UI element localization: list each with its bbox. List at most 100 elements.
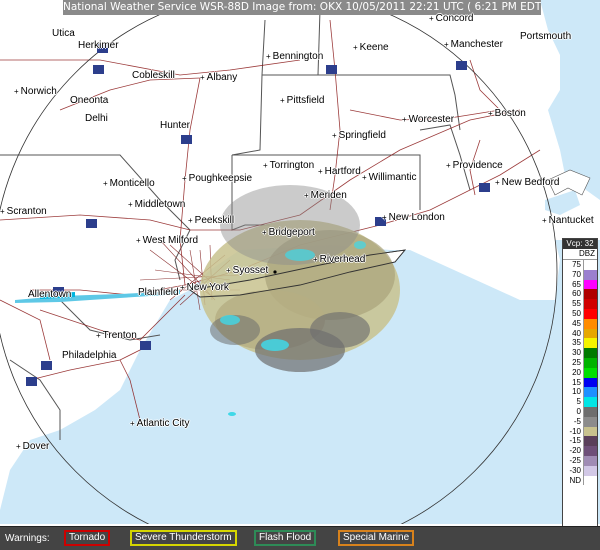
legend-level-label: -15 xyxy=(569,436,581,446)
city-label-philadelphia: Philadelphia xyxy=(62,350,117,361)
city-dot-icon: + xyxy=(382,213,387,222)
city-dot-icon: + xyxy=(318,167,323,176)
legend-color-swatch xyxy=(583,397,597,407)
city-dot-icon: + xyxy=(16,442,21,451)
legend-level-label: -20 xyxy=(569,446,581,456)
city-label-albany: + Albany xyxy=(200,72,238,83)
legend-level-label: 0 xyxy=(576,406,581,416)
legend-row: ND xyxy=(563,475,597,486)
legend-color-swatch xyxy=(583,416,597,427)
legend-color-swatch xyxy=(583,455,597,466)
city-dot-icon: + xyxy=(332,131,337,140)
legend-color-swatch xyxy=(583,387,597,398)
city-dot-icon: + xyxy=(180,283,185,292)
legend-level-label: 55 xyxy=(572,299,581,309)
legend-row: 45 xyxy=(563,318,597,329)
legend-color-swatch xyxy=(583,367,597,378)
legend-level-label: 5 xyxy=(576,397,581,407)
legend-color-swatch xyxy=(583,377,597,388)
legend-color-swatch xyxy=(583,446,597,456)
city-dot-icon: + xyxy=(182,174,187,183)
city-label-norwich: + Norwich xyxy=(14,86,57,97)
city-label-pittsfield: + Pittsfield xyxy=(280,95,325,106)
legend-color-swatch xyxy=(583,426,597,437)
warnings-bar: Warnings: Tornado Severe Thunderstorm Fl… xyxy=(0,526,600,550)
city-dot-icon: + xyxy=(446,161,451,170)
city-dot-icon: + xyxy=(402,115,407,124)
legend-row: -20 xyxy=(563,446,597,456)
legend-row: 70 xyxy=(563,269,597,280)
city-label-nantucket: + Nantucket xyxy=(542,215,594,226)
legend-level-label: 40 xyxy=(572,328,581,338)
warning-special-marine-badge: Special Marine xyxy=(338,530,415,546)
legend-row: 20 xyxy=(563,367,597,378)
legend-color-swatch xyxy=(583,289,597,300)
city-label-new-bedford: + New Bedford xyxy=(495,177,560,188)
city-label-utica: Utica xyxy=(52,28,75,39)
warnings-label: Warnings: xyxy=(5,533,50,544)
legend-level-label: 60 xyxy=(572,289,581,299)
city-label-west-milford: + West Milford xyxy=(136,235,199,246)
city-dot-icon: + xyxy=(200,73,205,82)
legend-row: 65 xyxy=(563,279,597,290)
city-label-monticello: + Monticello xyxy=(103,178,155,189)
city-label-oneonta: Oneonta xyxy=(70,95,109,106)
legend-row: -5 xyxy=(563,416,597,427)
legend-unit-label: DBZ xyxy=(563,249,597,260)
city-label-willimantic: + Willimantic xyxy=(362,172,417,183)
city-label-peekskill: + Peekskill xyxy=(188,215,235,226)
legend-color-swatch xyxy=(583,465,597,476)
legend-level-label: 75 xyxy=(572,260,581,269)
legend-level-label: 20 xyxy=(572,367,581,377)
legend-level-label: 15 xyxy=(572,377,581,387)
city-label-providence: + Providence xyxy=(446,160,503,171)
dbz-legend: Vcp: 32 DBZ 75 70 65 60 55 50 45 40 35 30 25 20 15 10… xyxy=(562,238,598,540)
city-dot-icon: + xyxy=(128,200,133,209)
legend-color-swatch xyxy=(583,260,597,270)
warning-tornado-badge: Tornado xyxy=(64,530,111,546)
city-label-manchester: + Manchester xyxy=(444,39,503,50)
city-label-scranton: + Scranton xyxy=(0,206,47,217)
legend-color-swatch xyxy=(583,436,597,447)
city-label-springfield: + Springfield xyxy=(332,130,386,141)
legend-color-swatch xyxy=(583,308,597,319)
legend-scale: 75 70 65 60 55 50 45 40 35 30 25 20 15 10 5 0 -5 -10 -15 -2… xyxy=(563,260,597,486)
city-dot-icon: + xyxy=(136,236,141,245)
legend-row: 40 xyxy=(563,328,597,339)
city-label-new-london: + New London xyxy=(382,212,445,223)
city-label-keene: + Keene xyxy=(353,42,389,53)
legend-row: 30 xyxy=(563,348,597,358)
city-dot-icon: + xyxy=(542,216,547,225)
city-label-delhi: Delhi xyxy=(85,113,108,124)
legend-color-swatch xyxy=(583,475,597,486)
legend-row: 10 xyxy=(563,387,597,398)
legend-level-label: 65 xyxy=(572,279,581,289)
city-dot-icon: + xyxy=(304,191,309,200)
legend-color-swatch xyxy=(583,279,597,290)
legend-level-label: -10 xyxy=(569,426,581,436)
city-dot-icon: + xyxy=(429,14,434,23)
legend-level-label: 50 xyxy=(572,308,581,318)
legend-level-label: -25 xyxy=(569,455,581,465)
city-label-plainfield: Plainfield xyxy=(138,287,179,298)
legend-vcp-header: Vcp: 32 xyxy=(563,239,597,249)
city-dot-icon: + xyxy=(353,43,358,52)
city-label-hartford: + Hartford xyxy=(318,166,361,177)
city-label-dover: + Dover xyxy=(16,441,50,452)
city-label-concord: + Concord xyxy=(429,13,474,24)
city-label-poughkeepsie: + Poughkeepsie xyxy=(182,173,253,184)
city-label-trenton: + Trenton xyxy=(96,330,137,341)
legend-row: -10 xyxy=(563,426,597,437)
legend-color-swatch xyxy=(583,406,597,417)
city-dot-icon: + xyxy=(226,266,231,275)
city-label-bridgeport: + Bridgeport xyxy=(262,227,315,238)
radar-map xyxy=(0,0,600,524)
warning-flash-flood-badge: Flash Flood xyxy=(254,530,317,546)
city-label-torrington: + Torrington xyxy=(263,160,315,171)
city-label-hunter: Hunter xyxy=(160,120,191,131)
city-dot-icon: + xyxy=(263,161,268,170)
city-label-cobleskill: Cobleskill xyxy=(132,70,175,81)
legend-color-swatch xyxy=(583,269,597,280)
legend-level-label: 25 xyxy=(572,357,581,367)
legend-row: 50 xyxy=(563,308,597,319)
